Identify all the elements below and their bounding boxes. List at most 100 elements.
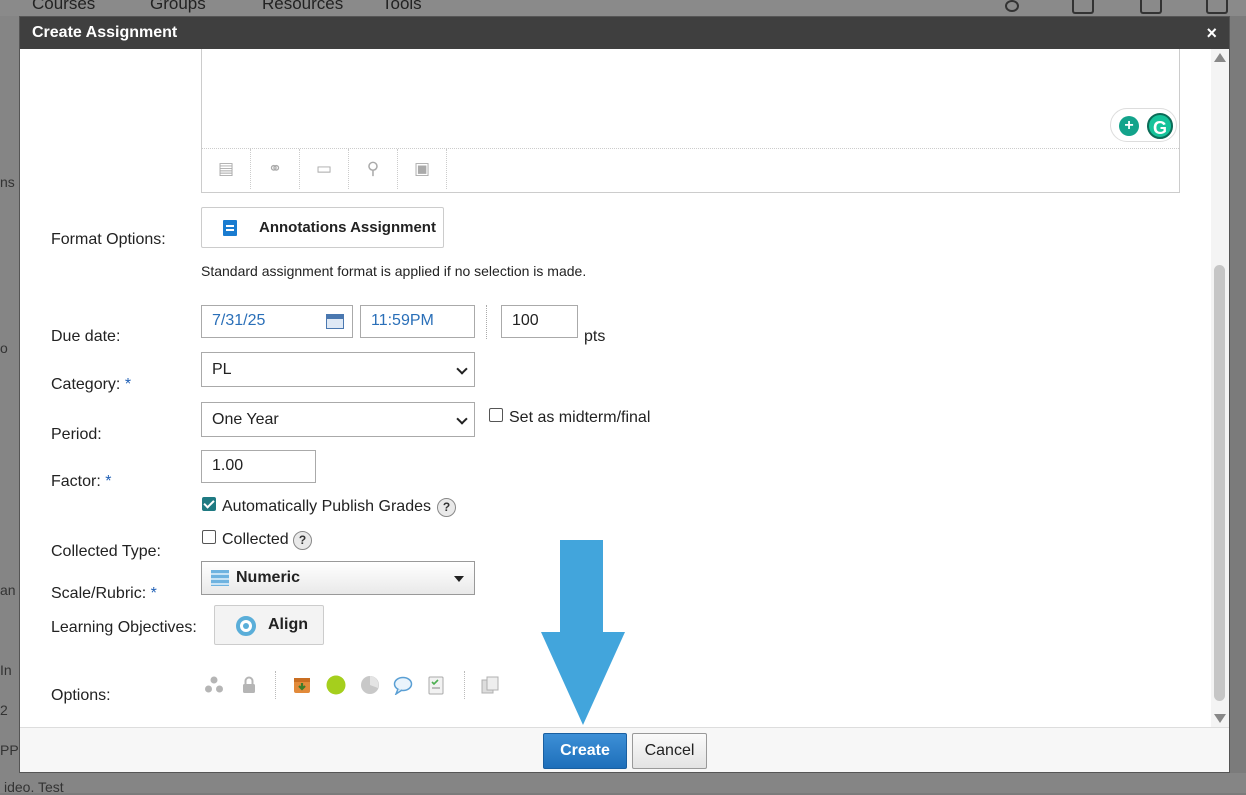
bg-calendar-icon [1140, 0, 1162, 14]
category-value: PL [212, 361, 232, 378]
scroll-down-arrow-icon[interactable] [1214, 714, 1226, 723]
bg-fragment: 2 [0, 702, 8, 718]
insert-content-button[interactable]: ▤ [202, 149, 251, 189]
background-left-panel: ns o an In 2 PP [0, 16, 20, 793]
bg-fragment: o [0, 340, 8, 356]
due-time-value: 11:59PM [371, 312, 434, 329]
due-date-value: 7/31/25 [212, 312, 266, 329]
bg-nav-groups: Groups [150, 0, 206, 13]
divider [275, 671, 276, 699]
factor-label-text: Factor: [51, 473, 101, 490]
factor-value: 1.00 [212, 457, 244, 474]
due-time-input[interactable]: 11:59PM [360, 305, 475, 338]
bg-nav-tools: Tools [382, 0, 422, 13]
target-icon [236, 616, 256, 636]
required-mark: * [105, 473, 112, 490]
green-dot-icon[interactable] [326, 675, 346, 695]
lightbulb-icon[interactable]: + [1119, 116, 1139, 136]
download-submissions-icon[interactable] [292, 675, 312, 695]
media-button[interactable]: ▣ [398, 149, 447, 189]
category-select[interactable]: PL [201, 352, 475, 387]
dialog-scrollbar[interactable] [1211, 49, 1229, 727]
annotation-arrow-icon [541, 540, 625, 725]
points-unit: pts [584, 328, 606, 345]
annotations-assignment-button[interactable]: Annotations Assignment [201, 207, 444, 248]
chevron-down-icon [456, 413, 468, 425]
comments-icon[interactable] [393, 675, 413, 695]
collected-checkbox[interactable] [202, 530, 216, 544]
bg-fragment: In [0, 662, 12, 678]
bg-apps-icon [1072, 0, 1094, 14]
help-icon[interactable]: ? [293, 531, 312, 550]
scale-rubric-value: Numeric [236, 569, 301, 586]
numeric-scale-icon [211, 570, 229, 586]
scroll-thumb[interactable] [1214, 265, 1225, 701]
bg-fragment: an [0, 582, 16, 598]
link-icon: ⚭ [267, 159, 283, 178]
description-editor[interactable]: + G ▤ ⚭ ▭ ⚲ ▣ [201, 49, 1180, 193]
cancel-button[interactable]: Cancel [632, 733, 707, 769]
copy-icon[interactable] [480, 675, 500, 695]
scale-rubric-label-text: Scale/Rubric: [51, 585, 147, 602]
learning-objectives-label: Learning Objectives: [51, 619, 197, 636]
record-audio-button[interactable]: ⚲ [349, 149, 398, 189]
points-value: 100 [512, 312, 539, 329]
midterm-label[interactable]: Set as midterm/final [509, 409, 650, 427]
collected-label[interactable]: Collected [222, 531, 289, 549]
lock-icon[interactable] [239, 675, 259, 695]
category-label: Category: * [51, 376, 131, 394]
grade-stats-icon[interactable] [360, 675, 380, 695]
category-label-text: Category: [51, 376, 121, 393]
checklist-icon[interactable] [426, 675, 446, 695]
file-button[interactable]: ▭ [300, 149, 349, 189]
auto-publish-checkbox[interactable] [202, 497, 216, 511]
due-date-label: Due date: [51, 328, 121, 345]
midterm-checkbox[interactable] [489, 408, 503, 422]
options-label: Options: [51, 687, 111, 704]
annotations-assignment-label: Annotations Assignment [259, 219, 436, 236]
insert-content-icon: ▤ [217, 159, 235, 178]
create-button[interactable]: Create [543, 733, 627, 769]
dialog-title: Create Assignment [32, 24, 178, 41]
format-options-label: Format Options: [51, 231, 166, 248]
bg-inbox-icon [1206, 0, 1228, 14]
file-icon: ▭ [315, 159, 333, 178]
scale-rubric-label: Scale/Rubric: * [51, 585, 157, 603]
period-value: One Year [212, 411, 279, 428]
scroll-up-arrow-icon[interactable] [1214, 53, 1226, 62]
bg-fragment: ns [0, 174, 15, 190]
dialog-title-bar: Create Assignment × [20, 17, 1229, 49]
grammarly-icon[interactable]: G [1147, 113, 1173, 139]
document-edit-icon [223, 220, 237, 236]
background-bottom: ideo. Test [0, 773, 1246, 795]
align-button[interactable]: Align [214, 605, 324, 645]
chevron-down-icon [456, 363, 468, 375]
period-select[interactable]: One Year [201, 402, 475, 437]
dialog-footer: Create Cancel [20, 727, 1229, 772]
collected-type-label: Collected Type: [51, 543, 161, 560]
dropdown-arrow-icon [454, 576, 464, 582]
points-input[interactable]: 100 [501, 305, 578, 338]
help-icon[interactable]: ? [437, 498, 456, 517]
background-nav: Courses Groups Resources Tools [0, 0, 1246, 16]
link-button[interactable]: ⚭ [251, 149, 300, 189]
close-button[interactable]: × [1206, 17, 1217, 49]
calendar-icon[interactable] [326, 314, 344, 329]
bg-nav-resources: Resources [262, 0, 344, 13]
grammarly-widget[interactable]: + G [1110, 108, 1177, 142]
media-icon: ▣ [413, 159, 431, 178]
auto-publish-label[interactable]: Automatically Publish Grades [222, 498, 431, 516]
period-label: Period: [51, 426, 102, 443]
bg-search-icon [1005, 0, 1019, 12]
required-mark: * [124, 376, 132, 393]
format-hint: Standard assignment format is applied if… [201, 263, 587, 279]
required-mark: * [150, 585, 157, 602]
individual-assign-icon[interactable] [204, 675, 224, 695]
divider [486, 305, 487, 339]
divider [464, 671, 465, 699]
align-label: Align [268, 616, 308, 633]
due-date-input[interactable]: 7/31/25 [201, 305, 353, 338]
factor-input[interactable]: 1.00 [201, 450, 316, 483]
scale-rubric-select[interactable]: Numeric [201, 561, 475, 595]
bg-nav-courses: Courses [32, 0, 96, 13]
